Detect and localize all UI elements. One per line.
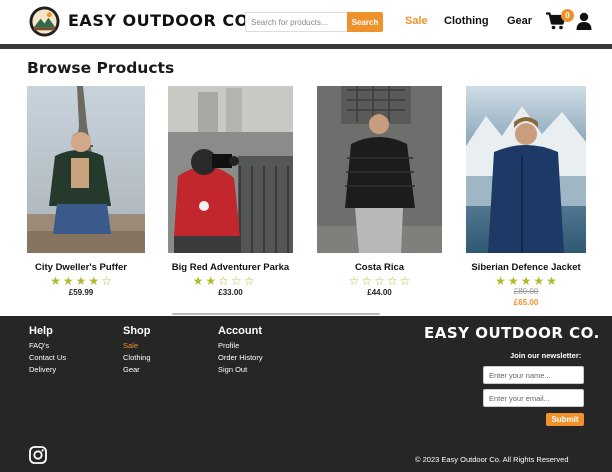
star-icon: ★ [75, 274, 87, 288]
cart-count-badge: 0 [561, 9, 574, 22]
product-price: £33.00 [218, 288, 243, 297]
site-header: EASY OUTDOOR CO. Search Sale Clothing Ge… [0, 0, 612, 44]
star-icon: ☆ [218, 274, 229, 288]
product-rating: ★ ★ ★ ★ ☆ [27, 272, 135, 288]
star-icon: ☆ [386, 274, 398, 288]
footer-link-order-history[interactable]: Order History [218, 353, 263, 362]
footer-link-contact[interactable]: Contact Us [29, 353, 66, 362]
product-image[interactable] [317, 86, 442, 253]
star-icon: ☆ [243, 274, 255, 288]
star-icon: ★ [50, 274, 61, 288]
site-footer: Help FAQ's Contact Us Delivery Shop Sale… [0, 316, 612, 472]
product-price: £59.99 [68, 288, 94, 297]
footer-shop-title: Shop [123, 325, 151, 337]
star-icon: ★ [88, 274, 100, 288]
carousel-scrollbar[interactable] [172, 313, 380, 315]
product-image[interactable] [168, 86, 293, 253]
footer-account-title: Account [218, 325, 262, 337]
star-icon: ☆ [374, 274, 385, 288]
footer-help-title: Help [29, 325, 53, 337]
header-divider [0, 44, 612, 49]
nav-sale[interactable]: Sale [405, 15, 428, 27]
footer-link-delivery[interactable]: Delivery [29, 365, 56, 374]
copyright-text: © 2023 Easy Outdoor Co. All Rights Reser… [415, 455, 569, 464]
search-input[interactable] [245, 12, 347, 32]
footer-link-profile[interactable]: Profile [218, 341, 239, 350]
product-price-sale: £65.00 [513, 298, 539, 307]
brand-name[interactable]: EASY OUTDOOR CO. [68, 11, 255, 30]
star-icon: ☆ [399, 274, 411, 288]
product-image[interactable] [466, 86, 586, 253]
newsletter-email-field[interactable] [483, 389, 584, 407]
user-icon[interactable] [576, 12, 592, 30]
star-icon: ☆ [348, 274, 360, 288]
star-icon: ★ [192, 274, 204, 288]
product-rating: ☆ ☆ ☆ ☆ ☆ [317, 272, 442, 288]
newsletter-title: Join our newsletter: [510, 351, 582, 360]
newsletter-name-field[interactable] [483, 366, 584, 384]
nav-gear[interactable]: Gear [507, 15, 532, 27]
footer-link-faq[interactable]: FAQ's [29, 341, 49, 350]
footer-link-sale[interactable]: Sale [123, 341, 138, 350]
product-price-original: £80.00 [513, 287, 539, 296]
product-price: £44.00 [367, 288, 392, 297]
star-icon: ☆ [230, 274, 242, 288]
product-image[interactable] [27, 86, 145, 253]
nav-clothing[interactable]: Clothing [444, 15, 489, 27]
star-icon: ★ [62, 274, 74, 288]
star-icon: ☆ [101, 274, 112, 288]
newsletter-submit-button[interactable]: Submit [546, 413, 584, 426]
product-rating: ★ ★ ☆ ☆ ☆ [168, 272, 293, 288]
star-icon: ★ [205, 274, 217, 288]
brand-logo[interactable] [29, 6, 60, 37]
footer-link-clothing[interactable]: Clothing [123, 353, 151, 362]
footer-link-sign-out[interactable]: Sign Out [218, 365, 247, 374]
search-button[interactable]: Search [347, 12, 383, 32]
instagram-icon[interactable] [29, 446, 47, 464]
footer-brand: EASY OUTDOOR CO. [424, 324, 600, 342]
footer-link-gear[interactable]: Gear [123, 365, 140, 374]
star-icon: ☆ [361, 274, 373, 288]
product-rating: ★ ★ ★ ★ ★ [466, 272, 586, 288]
page-title: Browse Products [27, 59, 175, 77]
